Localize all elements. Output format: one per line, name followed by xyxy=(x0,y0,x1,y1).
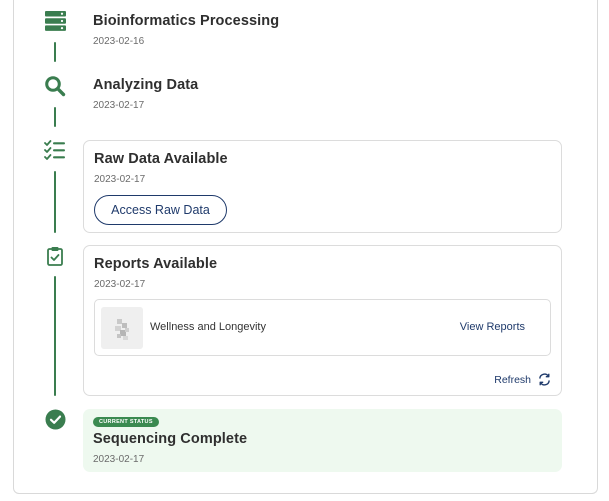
step-date: 2023-02-17 xyxy=(93,454,145,465)
report-item: Wellness and Longevity View Reports xyxy=(94,299,551,356)
step-date: 2023-02-17 xyxy=(94,279,146,290)
timeline-connector xyxy=(54,42,56,62)
search-icon xyxy=(44,75,66,97)
refresh-label: Refresh xyxy=(494,373,531,386)
step-date: 2023-02-17 xyxy=(94,174,146,185)
report-thumbnail xyxy=(101,307,143,349)
report-name: Wellness and Longevity xyxy=(150,321,266,333)
refresh-icon xyxy=(539,373,550,386)
step-title: Sequencing Complete xyxy=(93,431,248,447)
step-date: 2023-02-17 xyxy=(93,100,145,111)
timeline-step-bioinformatics: Bioinformatics Processing 2023-02-16 xyxy=(93,13,279,47)
timeline-connector xyxy=(54,107,56,127)
refresh-button[interactable]: Refresh xyxy=(494,373,551,386)
access-raw-data-button[interactable]: Access Raw Data xyxy=(94,195,227,225)
view-reports-link[interactable]: View Reports xyxy=(460,321,525,333)
checklist-icon xyxy=(44,139,66,161)
raw-data-card: Raw Data Available 2023-02-17 Access Raw… xyxy=(83,140,562,233)
step-date: 2023-02-16 xyxy=(93,36,145,47)
step-title: Reports Available xyxy=(94,256,218,272)
clipboard-check-icon xyxy=(44,245,66,267)
step-title: Bioinformatics Processing xyxy=(93,13,280,29)
current-status-badge: CURRENT STATUS xyxy=(93,417,159,427)
reports-card: Reports Available 2023-02-17 Wellness an… xyxy=(83,245,562,396)
server-icon xyxy=(44,10,66,32)
timeline-connector xyxy=(54,171,56,233)
step-title: Raw Data Available xyxy=(94,151,228,167)
current-status-card: CURRENT STATUS Sequencing Complete 2023-… xyxy=(83,409,562,472)
timeline-connector xyxy=(54,276,56,396)
step-title: Analyzing Data xyxy=(93,77,199,93)
check-circle-icon xyxy=(44,408,66,430)
timeline-step-analyzing: Analyzing Data 2023-02-17 xyxy=(93,77,198,111)
